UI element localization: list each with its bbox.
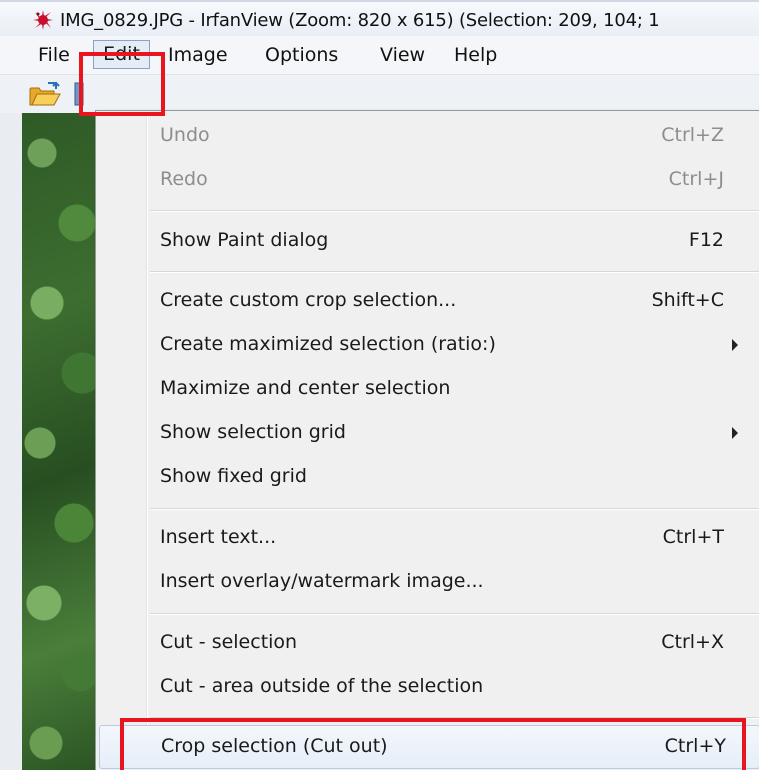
menu-item-cut-outside-selection[interactable]: Cut - area outside of the selection	[96, 665, 759, 709]
menu-item-label: Show selection grid	[160, 421, 346, 443]
menu-item-label: Insert text...	[160, 526, 277, 548]
annotation-box-crop-selection	[120, 718, 746, 770]
menu-item-shortcut: Ctrl+Z	[661, 124, 724, 146]
menu-view[interactable]: View	[380, 44, 425, 66]
submenu-arrow-icon	[732, 339, 738, 351]
menu-item-create-custom-crop[interactable]: Create custom crop selection... Shift+C	[96, 279, 759, 323]
menu-options[interactable]: Options	[265, 44, 338, 66]
menu-item-label: Maximize and center selection	[160, 377, 451, 399]
menu-item-shortcut: Ctrl+J	[668, 168, 724, 190]
menu-item-insert-overlay[interactable]: Insert overlay/watermark image...	[96, 560, 759, 604]
menu-item-label: Show Paint dialog	[160, 229, 329, 251]
menu-item-undo[interactable]: Undo Ctrl+Z	[96, 114, 759, 158]
title-bar: IMG_0829.JPG - IrfanView (Zoom: 820 x 61…	[0, 0, 759, 36]
menu-item-label: Create custom crop selection...	[160, 289, 457, 311]
window-title: IMG_0829.JPG - IrfanView (Zoom: 820 x 61…	[60, 10, 660, 31]
menu-item-label: Create maximized selection (ratio:)	[160, 333, 496, 355]
menu-separator	[150, 613, 759, 615]
menu-item-label: Cut - selection	[160, 631, 298, 653]
menu-help[interactable]: Help	[454, 44, 497, 66]
menu-item-label: Undo	[160, 124, 210, 146]
menu-item-shortcut: F12	[688, 229, 724, 251]
menu-item-cut-selection[interactable]: Cut - selection Ctrl+X	[96, 621, 759, 665]
submenu-arrow-icon	[732, 427, 738, 439]
edit-dropdown-menu: Undo Ctrl+Z Redo Ctrl+J Show Paint dialo…	[95, 110, 759, 770]
menu-item-label: Insert overlay/watermark image...	[160, 570, 484, 592]
menu-separator	[150, 508, 759, 510]
menu-separator	[150, 210, 759, 212]
menu-item-label: Redo	[160, 168, 208, 190]
annotation-box-edit-menu	[79, 52, 165, 116]
menu-item-redo[interactable]: Redo Ctrl+J	[96, 158, 759, 202]
menu-image[interactable]: Image	[168, 44, 228, 66]
menu-item-shortcut: Shift+C	[651, 289, 724, 311]
irfanview-window: IMG_0829.JPG - IrfanView (Zoom: 820 x 61…	[0, 0, 759, 770]
menu-item-shortcut: Ctrl+T	[662, 526, 724, 548]
menu-item-label: Show fixed grid	[160, 465, 307, 487]
irfanview-red-cat-icon	[33, 10, 53, 30]
menu-item-show-selection-grid[interactable]: Show selection grid	[96, 411, 759, 455]
menu-item-show-fixed-grid[interactable]: Show fixed grid	[96, 455, 759, 499]
menu-item-create-maximized-selection[interactable]: Create maximized selection (ratio:)	[96, 323, 759, 367]
menu-item-insert-text[interactable]: Insert text... Ctrl+T	[96, 516, 759, 560]
open-folder-icon[interactable]	[28, 81, 62, 107]
window-left-edge	[0, 113, 23, 770]
menu-separator	[150, 271, 759, 273]
menu-file[interactable]: File	[38, 44, 70, 66]
menu-item-label: Cut - area outside of the selection	[160, 675, 484, 697]
menu-item-maximize-center-selection[interactable]: Maximize and center selection	[96, 367, 759, 411]
menu-item-shortcut: Ctrl+X	[661, 631, 724, 653]
menu-item-show-paint-dialog[interactable]: Show Paint dialog F12	[96, 219, 759, 263]
image-canvas[interactable]	[22, 113, 102, 770]
